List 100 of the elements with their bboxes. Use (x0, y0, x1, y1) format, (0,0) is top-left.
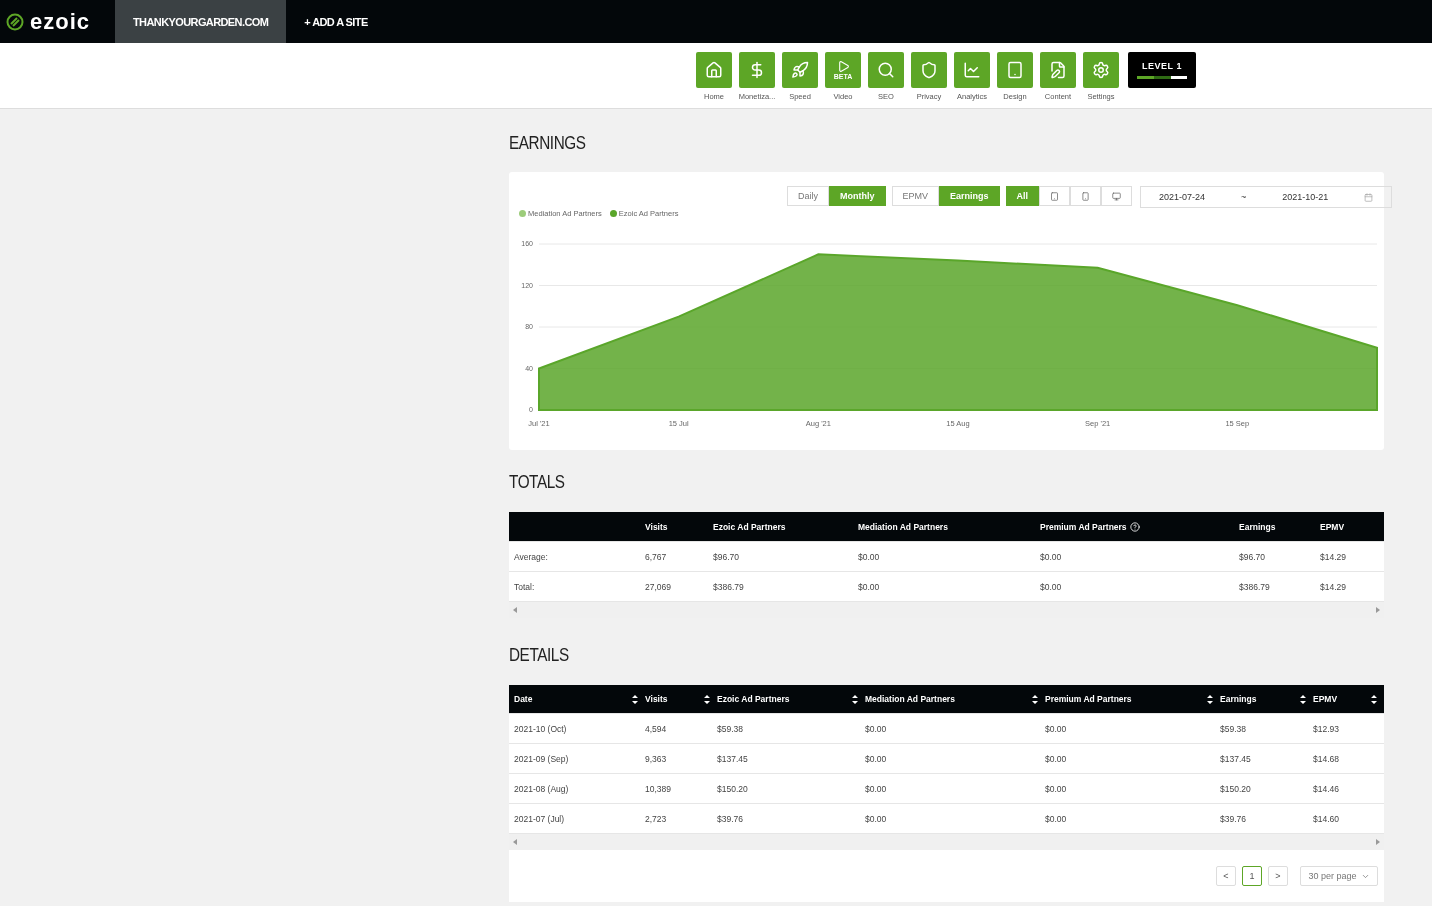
column-header[interactable]: EPMV (1313, 694, 1338, 704)
sort-icon[interactable] (1300, 693, 1306, 705)
nav-button[interactable] (782, 52, 818, 88)
device-toggle[interactable] (1070, 186, 1102, 206)
date-range-field[interactable]: 2021-07-24 ~ 2021-10-21 (1140, 186, 1393, 208)
table-cell-text: 27,069 (645, 581, 672, 592)
table-cell-text: $0.00 (865, 813, 888, 824)
sort-icon[interactable] (852, 693, 858, 705)
section-title: EARNINGS (509, 132, 587, 155)
site-tab[interactable]: + ADD A SITE (286, 0, 386, 43)
table-cell-text: $386.79 (1239, 581, 1271, 592)
nav-button[interactable] (1083, 52, 1119, 88)
table-cell-text: 2021-10 (Oct) (514, 723, 568, 734)
table-cell-text: $0.00 (1040, 581, 1063, 592)
nav-button[interactable] (911, 52, 947, 88)
column-header[interactable]: Earnings (1220, 694, 1257, 704)
table-cell-text: $14.60 (1313, 813, 1340, 824)
table-cell-text: 6,767 (645, 551, 668, 562)
sort-icon[interactable] (1032, 693, 1038, 705)
table-cell-text: Total: (514, 581, 536, 592)
table-cell-text: $137.45 (717, 753, 749, 764)
table-cell-text: $39.76 (717, 813, 744, 824)
column-header: EPMV (1320, 521, 1346, 532)
page-button[interactable]: 1 (1242, 866, 1262, 886)
logo-icon (6, 12, 24, 31)
table-cell-text: $0.00 (1045, 813, 1068, 824)
table-cell-text: $96.70 (713, 551, 740, 562)
column-header: Visits (645, 521, 669, 532)
nav-button[interactable] (696, 52, 732, 88)
table-cell-text: 2021-09 (Sep) (514, 753, 570, 764)
logo-text: ezoic (30, 8, 91, 35)
column-header: Mediation Ad Partners (858, 521, 949, 532)
table-cell-text: $150.20 (1220, 783, 1252, 794)
device-toggle[interactable] (1039, 186, 1071, 206)
sort-icon[interactable] (704, 693, 710, 705)
table-cell-text: 2021-07 (Jul) (514, 813, 566, 824)
help-icon[interactable] (1129, 521, 1140, 532)
rocket-icon (791, 61, 809, 79)
phone-icon (1081, 191, 1091, 201)
shield-icon (920, 61, 938, 79)
section-title: TOTALS (509, 471, 566, 494)
table-cell-text: $39.76 (1220, 813, 1247, 824)
scroll-left-icon[interactable] (513, 607, 518, 613)
house-icon (705, 61, 723, 79)
table-cell-text: $137.45 (1220, 753, 1252, 764)
nav-button[interactable] (1040, 52, 1076, 88)
column-header[interactable]: Ezoic Ad Partners (717, 694, 790, 704)
column-header[interactable]: Date (514, 694, 533, 704)
table-cell-text: $12.93 (1313, 723, 1340, 734)
desktop-icon (1112, 191, 1122, 201)
table-cell-text: $0.00 (1045, 783, 1068, 794)
nav-button[interactable] (739, 52, 775, 88)
table-cell-text: $14.29 (1320, 581, 1347, 592)
table-cell-text: $59.38 (717, 723, 744, 734)
per-page-select[interactable]: 30 per page (1300, 866, 1378, 886)
table-cell-text: $14.68 (1313, 753, 1340, 764)
settings-icon (1092, 61, 1110, 79)
table-cell-text: $150.20 (717, 783, 749, 794)
scroll-right-icon[interactable] (1375, 839, 1380, 845)
column-header: Premium Ad Partners (1040, 521, 1239, 532)
column-header[interactable]: Mediation Ad Partners (865, 694, 955, 704)
metric-toggle[interactable]: EPMV (891, 186, 940, 206)
table-cell-text: 2021-08 (Aug) (514, 783, 570, 794)
calendar-icon (1364, 192, 1374, 202)
scroll-left-icon[interactable] (513, 839, 518, 845)
line-chart-icon (963, 61, 981, 79)
tablet-icon (1006, 61, 1024, 79)
table-cell-text: $0.00 (1040, 551, 1063, 562)
sort-icon[interactable] (1371, 693, 1377, 705)
scroll-right-icon[interactable] (1375, 607, 1380, 613)
nav-button[interactable] (954, 52, 990, 88)
column-header[interactable]: Premium Ad Partners (1045, 694, 1132, 704)
table-cell-text: $386.79 (713, 581, 745, 592)
site-tab[interactable]: THANKYOURGARDEN.COM (115, 0, 287, 43)
sort-icon[interactable] (1207, 693, 1213, 705)
previous-page-button[interactable]: < (1216, 866, 1236, 886)
table-cell-text: $59.38 (1220, 723, 1247, 734)
column-header[interactable]: Visits (645, 694, 668, 704)
table-cell-text: 2,723 (645, 813, 668, 824)
column-header: Earnings (1239, 521, 1277, 532)
level-label: LEVEL 1 (1142, 61, 1182, 71)
nav-button[interactable] (868, 52, 904, 88)
table-cell-text: $0.00 (1045, 723, 1068, 734)
column-header: Ezoic Ad Partners (713, 521, 787, 532)
document-icon (1049, 61, 1067, 79)
section-title: DETAILS (509, 644, 570, 667)
nav-button[interactable] (997, 52, 1033, 88)
table-cell-text: Average: (514, 551, 549, 562)
table-cell-text: $0.00 (865, 753, 888, 764)
table-cell-text: $0.00 (858, 581, 881, 592)
device-toggle[interactable] (1101, 186, 1133, 206)
video-icon (836, 59, 850, 73)
search-icon (877, 61, 895, 79)
table-cell-text: 9,363 (645, 753, 668, 764)
sort-icon[interactable] (632, 693, 638, 705)
next-page-button[interactable]: > (1268, 866, 1288, 886)
table-cell-text: 10,389 (645, 783, 672, 794)
table-cell-text: $14.46 (1313, 783, 1340, 794)
granularity-toggle[interactable]: Daily (787, 186, 829, 206)
tablet-icon (1050, 191, 1060, 201)
